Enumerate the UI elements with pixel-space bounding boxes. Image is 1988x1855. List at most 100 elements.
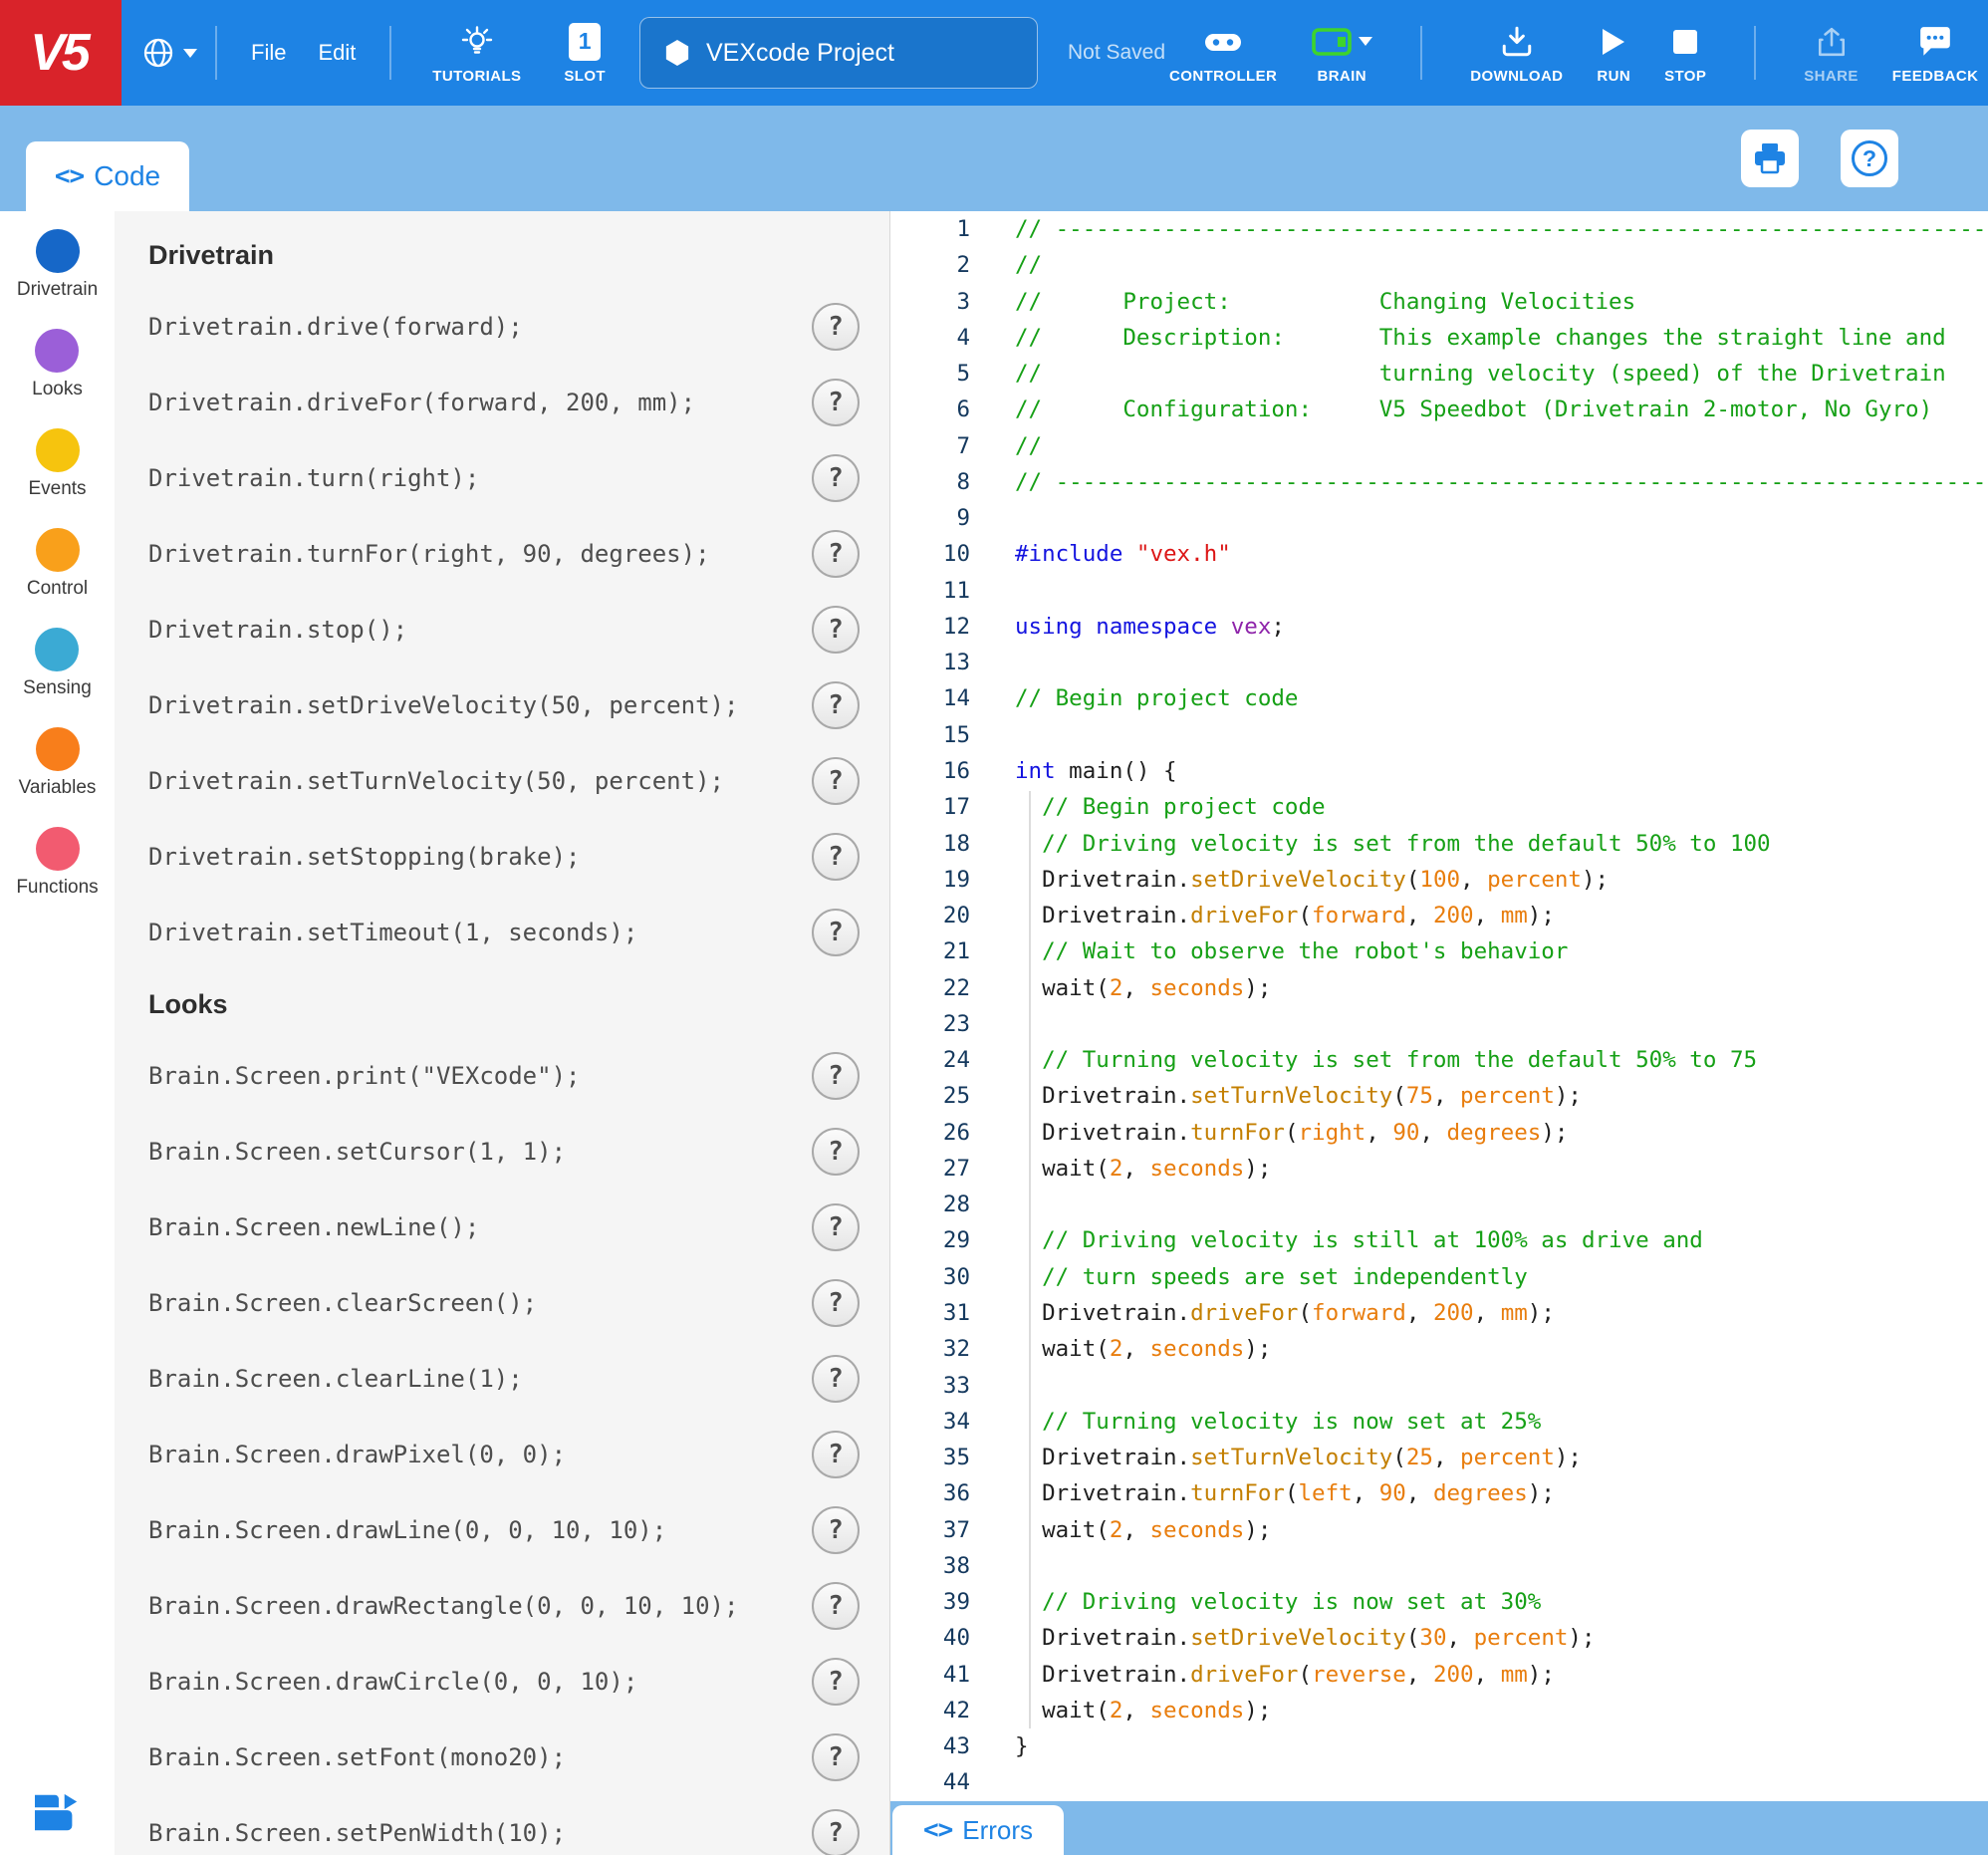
command-text[interactable]: Brain.Screen.drawCircle(0, 0, 10); [148,1668,637,1696]
command-help-button[interactable]: ? [812,1733,860,1781]
code-line[interactable]: 20 Drivetrain.driveFor(forward, 200, mm)… [890,898,1988,933]
code-line[interactable]: 10 #include "vex.h" [890,536,1988,572]
edit-menu[interactable]: Edit [302,0,372,106]
code-line[interactable]: 18 // Driving velocity is set from the d… [890,826,1988,862]
tab-errors[interactable]: <> Errors [892,1805,1064,1855]
code-line[interactable]: 26 Drivetrain.turnFor(right, 90, degrees… [890,1115,1988,1151]
command-item[interactable]: Brain.Screen.clearLine(1);? [115,1341,889,1417]
command-item[interactable]: Brain.Screen.setCursor(1, 1);? [115,1114,889,1190]
code-line[interactable]: 6 // Configuration: V5 Speedbot (Drivetra… [890,392,1988,427]
category-dot[interactable] [35,827,80,871]
code-line[interactable]: 27 wait(2, seconds); [890,1151,1988,1187]
code-line[interactable]: 1 // ------------------------------------… [890,211,1988,247]
code-line[interactable]: 34 // Turning velocity is now set at 25% [890,1404,1988,1440]
command-help-button[interactable]: ? [812,1809,860,1855]
language-button[interactable] [141,36,197,70]
command-help-button[interactable]: ? [812,1506,860,1554]
command-help-button[interactable]: ? [812,833,860,881]
code-line[interactable]: 24 // Turning velocity is set from the d… [890,1042,1988,1078]
category-dot[interactable] [35,229,80,273]
command-help-button[interactable]: ? [812,1355,860,1403]
command-item[interactable]: Brain.Screen.drawCircle(0, 0, 10);? [115,1644,889,1720]
command-text[interactable]: Brain.Screen.print("VEXcode"); [148,1062,580,1090]
run-button[interactable]: RUN [1593,0,1634,106]
command-text[interactable]: Drivetrain.setDriveVelocity(50, percent)… [148,691,738,719]
command-text[interactable]: Brain.Screen.setCursor(1, 1); [148,1138,566,1166]
category-dot[interactable] [35,428,80,472]
command-help-button[interactable]: ? [812,1203,860,1251]
command-help-button[interactable]: ? [812,1658,860,1706]
command-text[interactable]: Brain.Screen.drawLine(0, 0, 10, 10); [148,1516,666,1544]
command-item[interactable]: Brain.Screen.newLine();? [115,1190,889,1265]
command-item[interactable]: Brain.Screen.drawLine(0, 0, 10, 10);? [115,1492,889,1568]
command-text[interactable]: Brain.Screen.clearScreen(); [148,1289,537,1317]
sidebar-item-functions[interactable]: Functions [16,827,99,899]
command-help-button[interactable]: ? [812,909,860,956]
command-text[interactable]: Brain.Screen.drawPixel(0, 0); [148,1441,566,1468]
feedback-button[interactable]: FEEDBACK [1888,0,1983,106]
command-text[interactable]: Drivetrain.stop(); [148,616,407,644]
code-line[interactable]: 19 Drivetrain.setDriveVelocity(100, perc… [890,862,1988,898]
command-text[interactable]: Drivetrain.drive(forward); [148,313,523,341]
category-dot[interactable] [35,329,80,373]
command-item[interactable]: Brain.Screen.clearScreen();? [115,1265,889,1341]
command-help-button[interactable]: ? [812,1431,860,1478]
code-line[interactable]: 39 // Driving velocity is now set at 30% [890,1584,1988,1620]
command-text[interactable]: Drivetrain.turn(right); [148,464,479,492]
command-text[interactable]: Brain.Screen.setPenWidth(10); [148,1819,566,1847]
help-button[interactable]: ? [1841,130,1898,187]
download-button[interactable]: DOWNLOAD [1466,0,1567,106]
file-menu[interactable]: File [235,0,302,106]
code-line[interactable]: 40 Drivetrain.setDriveVelocity(30, perce… [890,1620,1988,1656]
category-dot[interactable] [35,528,80,572]
command-item[interactable]: Brain.Screen.setFont(mono20);? [115,1720,889,1795]
code-line[interactable]: 30 // turn speeds are set independently [890,1259,1988,1295]
command-text[interactable]: Brain.Screen.setFont(mono20); [148,1743,566,1771]
code-line[interactable]: 23 [890,1006,1988,1042]
code-line[interactable]: 38 [890,1548,1988,1584]
code-line[interactable]: 16 int main() { [890,753,1988,789]
command-item[interactable]: Drivetrain.driveFor(forward, 200, mm);? [115,365,889,440]
command-item[interactable]: Drivetrain.setDriveVelocity(50, percent)… [115,667,889,743]
project-name-box[interactable]: VEXcode Project [638,17,1038,89]
stop-button[interactable]: STOP [1660,0,1710,106]
command-item[interactable]: Drivetrain.turn(right);? [115,440,889,516]
tutorials-button[interactable]: TUTORIALS [419,0,534,106]
code-line[interactable]: 17 // Begin project code [890,789,1988,825]
code-line[interactable]: 13 [890,645,1988,680]
code-line[interactable]: 44 [890,1764,1988,1800]
slot-button[interactable]: 1 SLOT [560,0,610,106]
code-line[interactable]: 2 // [890,247,1988,283]
code-line[interactable]: 42 wait(2, seconds); [890,1693,1988,1728]
command-text[interactable]: Drivetrain.setTimeout(1, seconds); [148,919,637,946]
command-help-button[interactable]: ? [812,303,860,351]
command-help-button[interactable]: ? [812,1128,860,1176]
sidebar-item-looks[interactable]: Looks [32,329,83,400]
code-line[interactable]: 21 // Wait to observe the robot's behavi… [890,933,1988,969]
command-item[interactable]: Drivetrain.drive(forward);? [115,289,889,365]
code-line[interactable]: 22 wait(2, seconds); [890,970,1988,1006]
tab-code[interactable]: <> Code [26,141,189,211]
command-item[interactable]: Drivetrain.setStopping(brake);? [115,819,889,895]
command-text[interactable]: Drivetrain.setTurnVelocity(50, percent); [148,767,724,795]
command-item[interactable]: Drivetrain.stop();? [115,592,889,667]
code-line[interactable]: 3 // Project: Changing Velocities [890,284,1988,320]
code-line[interactable]: 36 Drivetrain.turnFor(left, 90, degrees)… [890,1475,1988,1511]
code-line[interactable]: 31 Drivetrain.driveFor(forward, 200, mm)… [890,1295,1988,1331]
command-item[interactable]: Brain.Screen.setPenWidth(10);? [115,1795,889,1855]
command-help-button[interactable]: ? [812,681,860,729]
command-item[interactable]: Drivetrain.turnFor(right, 90, degrees);? [115,516,889,592]
blocks-toggle-button[interactable] [31,1790,85,1841]
command-text[interactable]: Drivetrain.driveFor(forward, 200, mm); [148,389,695,416]
code-line[interactable]: 12 using namespace vex; [890,609,1988,645]
brain-button[interactable]: BRAIN [1307,0,1376,106]
command-help-button[interactable]: ? [812,757,860,805]
code-line[interactable]: 7 // [890,428,1988,464]
code-line[interactable]: 41 Drivetrain.driveFor(reverse, 200, mm)… [890,1657,1988,1693]
command-help-button[interactable]: ? [812,1279,860,1327]
command-help-button[interactable]: ? [812,606,860,654]
command-text[interactable]: Brain.Screen.drawRectangle(0, 0, 10, 10)… [148,1592,738,1620]
code-line[interactable]: 8 // ------------------------------------… [890,464,1988,500]
command-item[interactable]: Drivetrain.setTurnVelocity(50, percent);… [115,743,889,819]
controller-button[interactable]: CONTROLLER [1165,0,1281,106]
